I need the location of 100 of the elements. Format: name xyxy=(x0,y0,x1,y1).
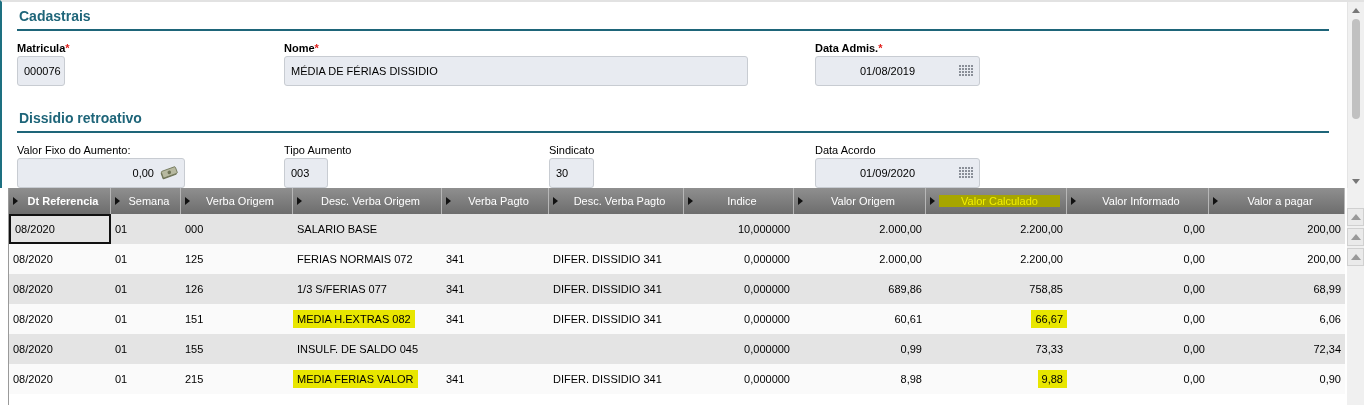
field-label: Tipo Aumento xyxy=(284,143,352,157)
table-cell: 6,06 xyxy=(1319,313,1341,325)
table-cell: 0,00 xyxy=(1183,223,1205,235)
table-cell: INSULF. DE SALDO 045 xyxy=(297,343,419,355)
table-cell: 08/2020 xyxy=(13,253,53,265)
table-cell: MEDIA FERIAS VALOR xyxy=(293,370,418,388)
table-cell: DIFER. DISSIDIO 341 xyxy=(553,283,662,295)
table-cell: 08/2020 xyxy=(13,343,53,355)
table-cell: 9,88 xyxy=(1037,370,1067,388)
table-cell: 2.200,00 xyxy=(1020,253,1063,265)
table-cell: 200,00 xyxy=(1307,223,1341,235)
table-cell: 341 xyxy=(446,283,465,295)
column-header[interactable]: Dt Referencia xyxy=(9,188,111,214)
triangle-icon xyxy=(1213,197,1218,205)
triangle-icon xyxy=(446,197,451,205)
column-header[interactable]: Valor Informado xyxy=(1067,188,1209,214)
input-field[interactable]: 01/09/2020 xyxy=(815,158,980,188)
table-cell: 0,000000 xyxy=(744,343,790,355)
table-cell: 0,00 xyxy=(1183,283,1205,295)
table-cell: 1/3 S/FERIAS 077 xyxy=(297,283,387,295)
calendar-icon[interactable] xyxy=(959,65,973,77)
triangle-icon xyxy=(115,197,120,205)
field-label: Sindicato xyxy=(549,143,595,157)
table-cell: 689,86 xyxy=(888,283,922,295)
input-field[interactable]: 01/08/2019 xyxy=(815,56,980,86)
money-icon[interactable] xyxy=(160,166,178,180)
field-label: Valor Fixo do Aumento: xyxy=(17,143,131,157)
table-cell: 08/2020 xyxy=(13,313,53,325)
table-cell: 73,33 xyxy=(1035,343,1063,355)
table-cell: MEDIA H.EXTRAS 082 xyxy=(293,310,415,328)
table-cell: 01 xyxy=(115,253,128,265)
column-header[interactable]: Verba Origem xyxy=(181,188,293,214)
triangle-icon xyxy=(185,197,190,205)
table-cell: 125 xyxy=(185,253,204,265)
column-header[interactable]: Semana xyxy=(111,188,181,214)
table-cell: 08/2020 xyxy=(13,283,53,295)
scrollbar[interactable] xyxy=(1347,2,1364,188)
table-cell: 0,00 xyxy=(1183,253,1205,265)
table-cell: 0,000000 xyxy=(744,373,790,385)
section-title: Dissidio retroativo xyxy=(17,104,1329,133)
table-cell: 341 xyxy=(446,253,465,265)
table-cell: 0,99 xyxy=(900,343,922,355)
field-label: Data Admis.* xyxy=(815,41,883,55)
table-cell: 66,67 xyxy=(1031,310,1067,328)
table-cell: 215 xyxy=(185,373,204,385)
table-cell: 08/2020 xyxy=(15,223,55,235)
table-cell: FERIAS NORMAIS 072 xyxy=(297,253,413,265)
table-cell: 01 xyxy=(115,343,128,355)
table-cell: DIFER. DISSIDIO 341 xyxy=(553,373,662,385)
table-cell: 01 xyxy=(115,223,128,235)
input-field[interactable]: 003 xyxy=(284,158,328,188)
table-cell: 72,34 xyxy=(1313,343,1341,355)
triangle-icon xyxy=(297,197,302,205)
table-cell: DIFER. DISSIDIO 341 xyxy=(553,313,662,325)
table-cell: 0,00 xyxy=(1183,343,1205,355)
triangle-icon xyxy=(13,197,18,205)
input-field[interactable]: 000076 xyxy=(17,56,65,86)
table-cell: 08/2020 xyxy=(13,373,53,385)
section-title: Cadastrais xyxy=(17,2,1329,31)
input-field[interactable]: MÉDIA DE FÉRIAS DISSIDIO xyxy=(284,56,748,86)
triangle-icon xyxy=(798,197,803,205)
table-cell: 000 xyxy=(185,223,204,235)
table-cell: 0,90 xyxy=(1319,373,1341,385)
table-cell: 0,00 xyxy=(1183,313,1205,325)
table-cell: 200,00 xyxy=(1307,253,1341,265)
table-cell: 68,99 xyxy=(1313,283,1341,295)
field-label: Matricula* xyxy=(17,41,70,55)
table-cell: 2.200,00 xyxy=(1020,223,1063,235)
column-header[interactable]: Valor Origem xyxy=(794,188,926,214)
triangle-icon xyxy=(1071,197,1076,205)
scrollbar[interactable] xyxy=(1347,188,1364,405)
table-cell: 0,000000 xyxy=(744,283,790,295)
table-cell: 341 xyxy=(446,313,465,325)
column-header[interactable]: Desc. Verba Origem xyxy=(293,188,442,214)
column-header[interactable]: Verba Pagto xyxy=(442,188,549,214)
input-field[interactable]: 30 xyxy=(549,158,594,188)
column-header[interactable]: Valor Calculado xyxy=(926,188,1067,214)
table-cell: 0,00 xyxy=(1183,373,1205,385)
column-header[interactable]: Desc. Verba Pagto xyxy=(549,188,684,214)
table-cell: 155 xyxy=(185,343,204,355)
calendar-icon[interactable] xyxy=(959,167,973,179)
triangle-icon xyxy=(688,197,693,205)
table-cell: 60,61 xyxy=(894,313,922,325)
field-label: Data Acordo xyxy=(815,143,876,157)
table-cell: 126 xyxy=(185,283,204,295)
table-cell: DIFER. DISSIDIO 341 xyxy=(553,253,662,265)
table-cell: 01 xyxy=(115,283,128,295)
triangle-icon xyxy=(553,197,558,205)
table-cell: 01 xyxy=(115,313,128,325)
field-label: Nome* xyxy=(284,41,319,55)
table-cell: SALARIO BASE xyxy=(297,223,378,235)
table-cell: 0,000000 xyxy=(744,253,790,265)
column-header[interactable]: Valor a pagar xyxy=(1209,188,1345,214)
column-header[interactable]: Indice xyxy=(684,188,794,214)
table-cell: 8,98 xyxy=(900,373,922,385)
table-cell: 10,000000 xyxy=(738,223,790,235)
input-field[interactable]: 0,00 xyxy=(17,158,185,188)
table-cell: 151 xyxy=(185,313,204,325)
table-cell: 758,85 xyxy=(1029,283,1063,295)
table-cell: 0,000000 xyxy=(744,313,790,325)
